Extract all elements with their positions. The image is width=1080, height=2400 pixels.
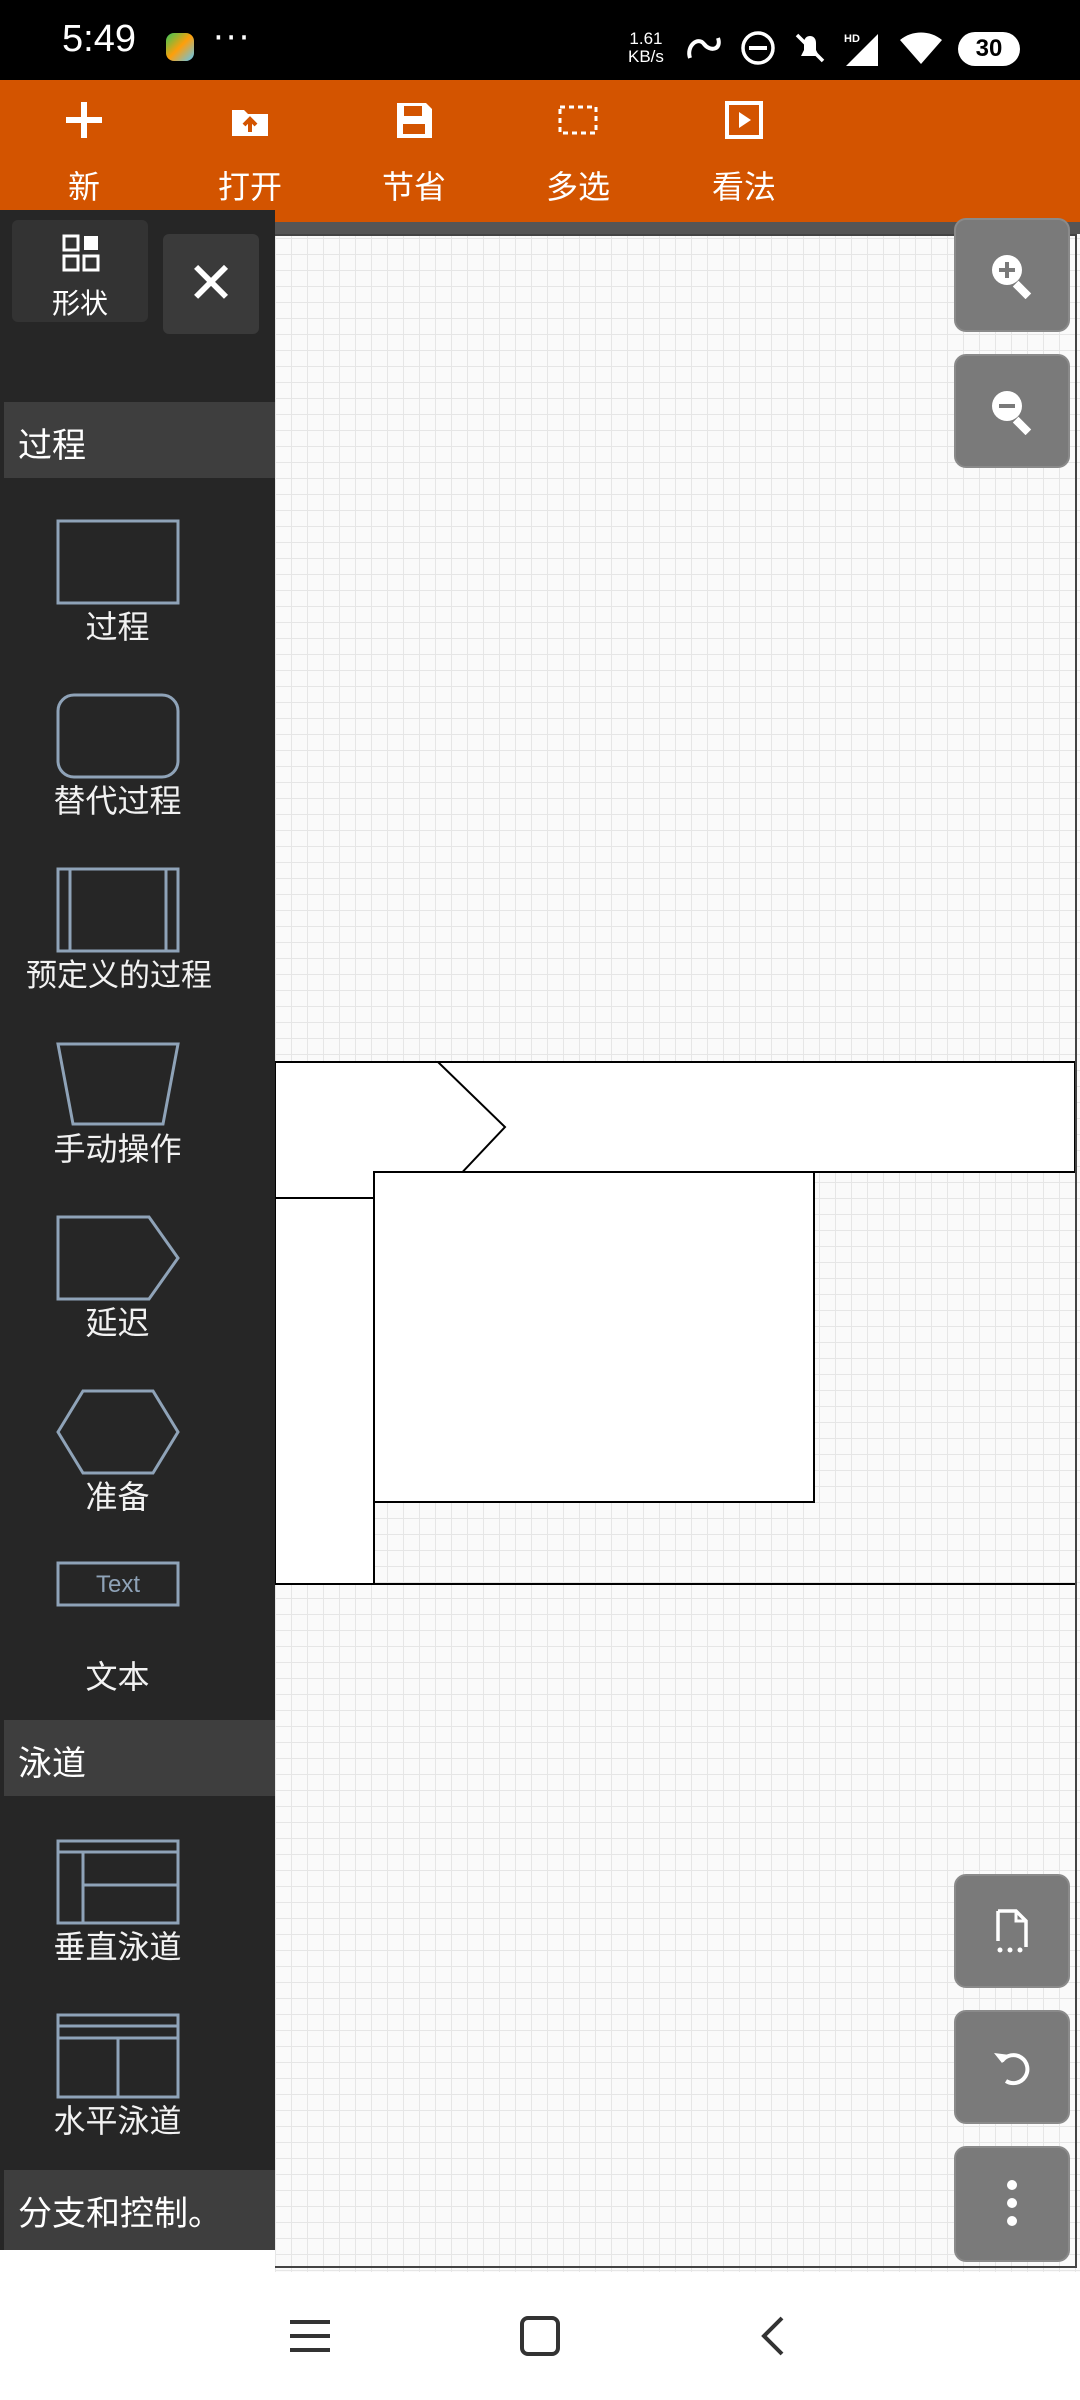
new-button[interactable]: 新 bbox=[24, 80, 144, 222]
view-label: 看法 bbox=[711, 168, 776, 206]
undo-button[interactable] bbox=[954, 2010, 1070, 2124]
page-button[interactable] bbox=[954, 1874, 1070, 1988]
close-sidebar-button[interactable]: ✕ bbox=[163, 234, 259, 334]
network-speed-unit: KB/s bbox=[628, 47, 664, 66]
shape-vertical-swimlane[interactable]: 垂直泳道 bbox=[0, 1838, 235, 1968]
zoom-out-icon bbox=[992, 391, 1032, 435]
shape-label: 手动操作 bbox=[53, 1130, 182, 1168]
app-notification-icon bbox=[166, 33, 194, 61]
plus-icon bbox=[66, 102, 102, 138]
more-options-button[interactable] bbox=[954, 2146, 1070, 2262]
swimlane-column bbox=[275, 1197, 375, 1585]
menu-icon[interactable] bbox=[282, 2312, 342, 2362]
zoom-in-icon bbox=[992, 255, 1032, 299]
home-icon[interactable] bbox=[510, 2312, 570, 2362]
section-header-process[interactable]: 过程 bbox=[4, 402, 275, 478]
shape-label: 垂直泳道 bbox=[53, 1928, 182, 1966]
shape-text[interactable]: Text 文本 bbox=[0, 1560, 235, 1698]
shape-preparation[interactable]: 准备 bbox=[0, 1388, 235, 1518]
delay-pentagon-icon bbox=[56, 1215, 180, 1301]
save-icon bbox=[397, 103, 432, 138]
section-header-swimlanes[interactable]: 泳道 bbox=[4, 1720, 275, 1796]
text-box-icon: Text bbox=[56, 1561, 179, 1607]
battery-level: 30 bbox=[958, 32, 1020, 66]
trapezoid-icon bbox=[55, 1042, 180, 1126]
section-title: 过程 bbox=[18, 426, 86, 466]
main-toolbar: 新 打开 节省 多选 看法 bbox=[0, 80, 1080, 222]
shapes-label: 形状 bbox=[51, 287, 108, 320]
save-label: 节省 bbox=[381, 168, 446, 206]
shape-label: 过程 bbox=[85, 608, 150, 646]
horizontal-swimlane-icon bbox=[56, 2013, 179, 2099]
text-sample: Text bbox=[95, 1571, 139, 1598]
multi-select-label: 多选 bbox=[545, 168, 610, 206]
signal-hd-icon: HD bbox=[844, 33, 878, 66]
shape-label: 延迟 bbox=[85, 1304, 150, 1342]
hexagon-icon bbox=[55, 1389, 180, 1475]
back-icon[interactable] bbox=[744, 2312, 804, 2362]
multi-select-button[interactable]: 多选 bbox=[518, 80, 638, 222]
status-more: ··· bbox=[213, 18, 252, 58]
status-bar: 5:49 ··· 1.61 KB/s HD 30 bbox=[0, 0, 1080, 80]
process-shape bbox=[373, 1171, 815, 1503]
process-shape-icon bbox=[56, 519, 179, 605]
more-vertical-icon bbox=[1007, 2180, 1017, 2226]
new-label: 新 bbox=[67, 168, 100, 206]
shape-horizontal-swimlane[interactable]: 水平泳道 bbox=[0, 2012, 235, 2142]
predefined-process-icon bbox=[56, 867, 179, 953]
undo-icon bbox=[994, 2053, 1030, 2086]
folder-open-icon bbox=[232, 110, 268, 136]
selection-box-icon bbox=[558, 105, 598, 135]
shape-process[interactable]: 过程 bbox=[0, 518, 235, 648]
shape-delay[interactable]: 延迟 bbox=[0, 1214, 235, 1344]
shapes-button[interactable]: 形状 bbox=[12, 220, 148, 322]
network-speed: 1.61 KB/s bbox=[628, 30, 664, 66]
close-icon: ✕ bbox=[186, 249, 236, 317]
shape-alternate-process[interactable]: 替代过程 bbox=[0, 692, 235, 822]
page-icon bbox=[996, 1909, 1028, 1953]
section-header-branching[interactable]: 分支和控制。 bbox=[4, 2170, 275, 2250]
shape-label: 替代过程 bbox=[53, 782, 182, 820]
mute-bell-icon bbox=[795, 33, 825, 63]
open-button[interactable]: 打开 bbox=[190, 80, 310, 222]
vertical-swimlane-icon bbox=[56, 1839, 179, 1925]
shapes-grid-icon bbox=[62, 234, 100, 272]
status-time: 5:49 bbox=[62, 18, 136, 60]
svg-text:HD: HD bbox=[844, 33, 860, 45]
zoom-in-button[interactable] bbox=[954, 218, 1070, 332]
shape-label: 文本 bbox=[85, 1658, 150, 1696]
play-box-icon bbox=[725, 101, 763, 139]
shapes-sidebar: 形状 ✕ 过程 过程 替代过程 预定义的过程 手动操作 延迟 准备 Text 文… bbox=[0, 210, 275, 2250]
do-not-disturb-icon bbox=[741, 31, 775, 65]
shape-predefined-process[interactable]: 预定义的过程 bbox=[0, 866, 235, 998]
shape-label: 水平泳道 bbox=[53, 2102, 182, 2140]
save-button[interactable]: 节省 bbox=[354, 80, 474, 222]
shape-manual-operation[interactable]: 手动操作 bbox=[0, 1040, 235, 1170]
hotspot-link-icon bbox=[687, 37, 721, 59]
rounded-rect-icon bbox=[56, 693, 179, 779]
shape-label: 预定义的过程 bbox=[26, 958, 212, 994]
system-nav-bar bbox=[0, 2272, 1080, 2400]
wifi-icon bbox=[900, 32, 942, 64]
network-speed-value: 1.61 bbox=[629, 29, 663, 48]
view-button[interactable]: 看法 bbox=[684, 80, 804, 222]
section-title: 泳道 bbox=[18, 1744, 86, 1784]
zoom-out-button[interactable] bbox=[954, 354, 1070, 468]
shape-label: 准备 bbox=[85, 1478, 150, 1516]
open-label: 打开 bbox=[217, 168, 282, 206]
section-title: 分支和控制。 bbox=[18, 2194, 222, 2234]
